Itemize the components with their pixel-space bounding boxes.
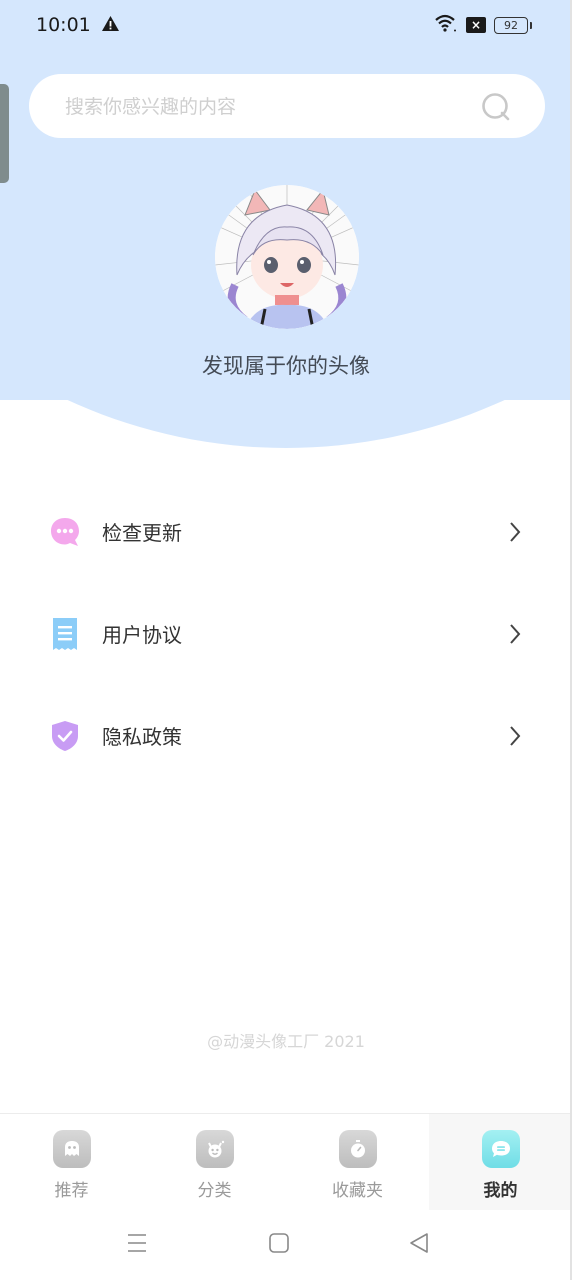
tab-label: 分类: [197, 1181, 232, 1201]
shield-check-icon: [48, 719, 82, 753]
menu-item-label: 隐私政策: [102, 725, 182, 749]
back-icon[interactable]: [408, 1232, 430, 1258]
hero-caption: 发现属于你的头像: [202, 354, 370, 378]
search-icon[interactable]: [481, 92, 511, 126]
system-navigation-bar: [0, 1210, 572, 1280]
menu-item-privacy-policy[interactable]: 隐私政策: [0, 684, 572, 786]
stopwatch-icon: [338, 1130, 377, 1168]
side-drawer-handle[interactable]: [0, 84, 9, 183]
menu-item-check-update[interactable]: 检查更新: [0, 480, 572, 582]
search-bar[interactable]: [29, 74, 545, 140]
home-icon[interactable]: [268, 1232, 290, 1258]
tab-category[interactable]: 分类: [143, 1114, 286, 1210]
copyright-note: @动漫头像工厂 2021: [207, 1032, 365, 1051]
warning-icon: [101, 15, 120, 36]
tab-label: 我的: [483, 1181, 518, 1201]
battery-icon: 92: [494, 16, 532, 34]
status-bar: 10:01 × 92: [0, 0, 572, 52]
menu-item-label: 检查更新: [102, 521, 182, 545]
wifi-icon: [434, 14, 458, 36]
settings-menu: 检查更新 用户协议 隐私政策: [0, 480, 572, 786]
tab-recommend[interactable]: 推荐: [0, 1114, 143, 1210]
bottom-tab-bar: 推荐 分类 收藏夹 我的: [0, 1113, 572, 1210]
menu-item-user-agreement[interactable]: 用户协议: [0, 582, 572, 684]
message-icon: [481, 1130, 520, 1168]
menu-item-label: 用户协议: [102, 623, 182, 647]
tab-label: 推荐: [54, 1181, 89, 1201]
devil-icon: [195, 1130, 234, 1168]
ghost-icon: [52, 1130, 91, 1168]
anime-avatar[interactable]: [215, 185, 359, 329]
menu-icon[interactable]: [126, 1232, 148, 1258]
chevron-right-icon: [508, 725, 522, 751]
no-sim-icon: ×: [466, 17, 486, 33]
tab-favorites[interactable]: 收藏夹: [286, 1114, 429, 1210]
status-time: 10:01: [36, 14, 91, 36]
chevron-right-icon: [508, 521, 522, 547]
chevron-right-icon: [508, 623, 522, 649]
search-input[interactable]: [63, 74, 467, 140]
tab-label: 收藏夹: [332, 1181, 383, 1201]
tab-mine[interactable]: 我的: [429, 1114, 572, 1210]
chat-bubble-icon: [48, 515, 82, 549]
receipt-icon: [48, 617, 82, 651]
